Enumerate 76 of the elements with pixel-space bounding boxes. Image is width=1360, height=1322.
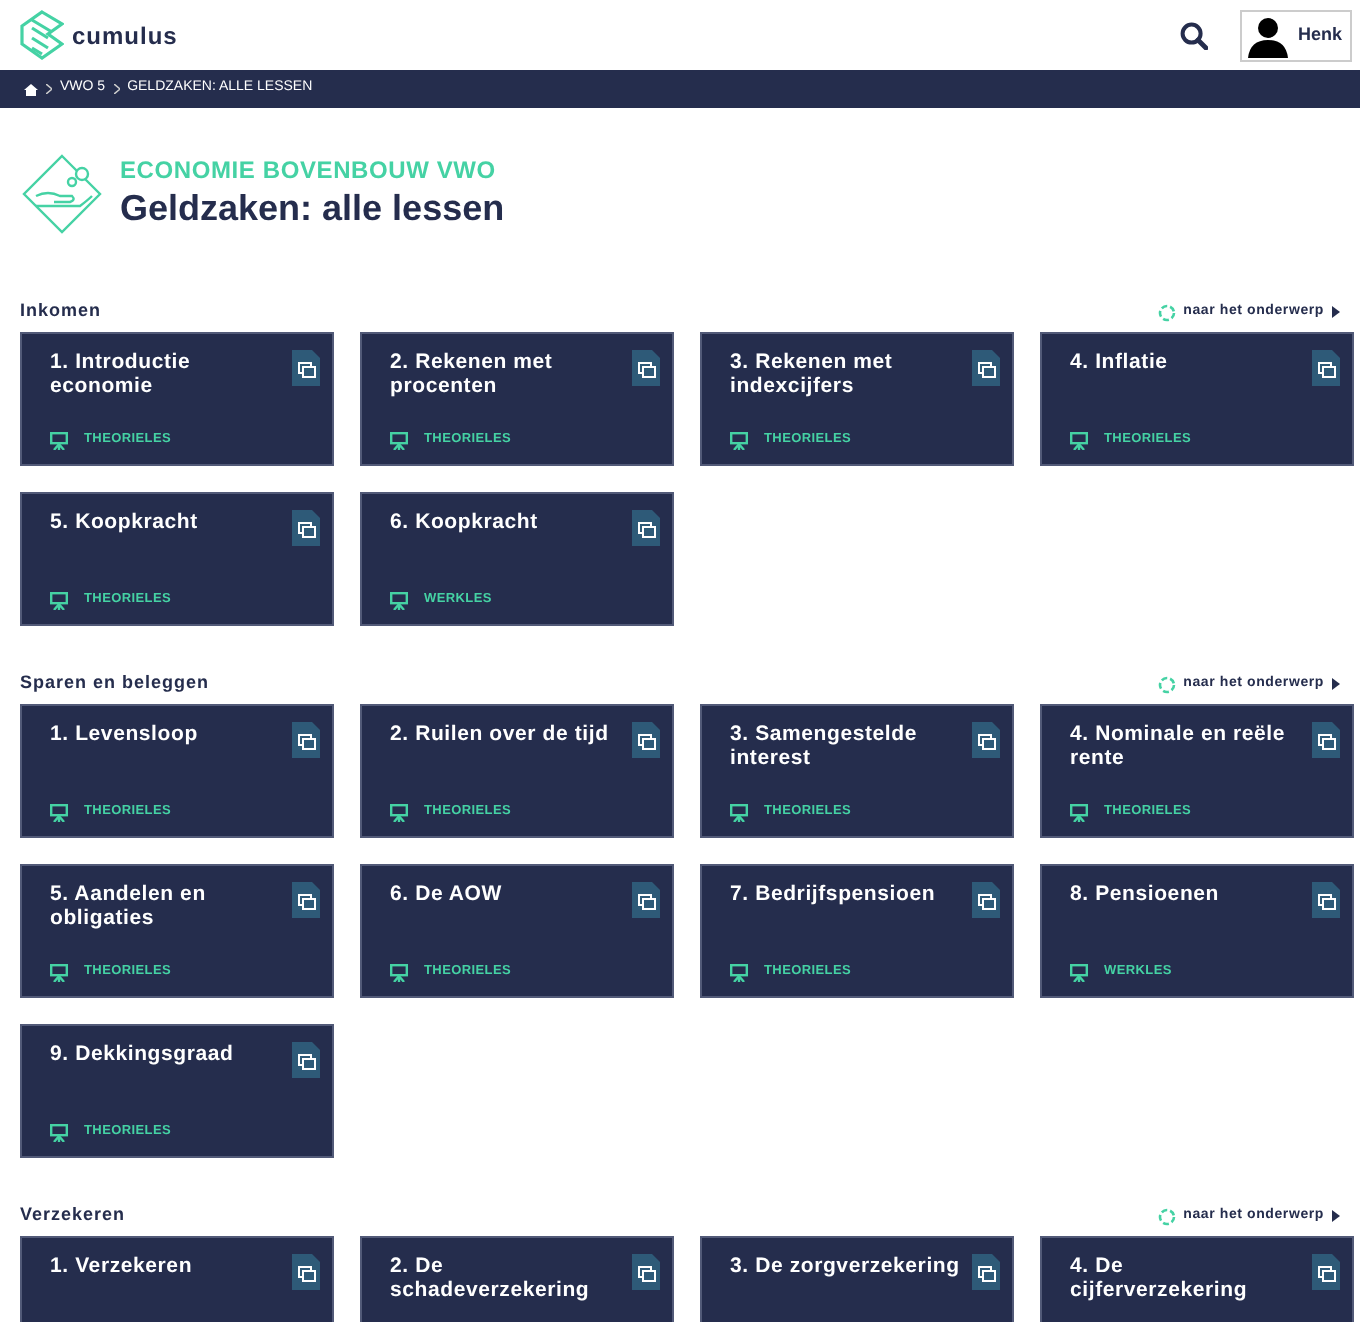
copy-document-icon[interactable] — [632, 882, 660, 918]
lesson-card[interactable]: 3. De zorgverzekering — [700, 1236, 1014, 1322]
hand-coin-icon — [20, 152, 104, 236]
copy-document-icon[interactable] — [632, 350, 660, 386]
presentation-icon — [730, 963, 748, 982]
lesson-title: 4. Nominale en reële rente — [1070, 722, 1288, 771]
lesson-title: 4. De cijferverzekering — [1070, 1254, 1250, 1303]
presentation-icon — [1070, 431, 1088, 450]
presentation-icon — [50, 1123, 68, 1142]
lesson-title: 6. De AOW — [390, 882, 504, 907]
section-title: Verzekeren — [20, 1202, 126, 1229]
presentation-icon — [730, 803, 748, 822]
copy-document-icon[interactable] — [292, 350, 320, 386]
page-title: Geldzaken: alle lessen — [120, 188, 505, 232]
lesson-title: 4. Inflatie — [1070, 350, 1170, 375]
copy-document-icon[interactable] — [1312, 722, 1340, 758]
copy-document-icon[interactable] — [1312, 1254, 1340, 1290]
presentation-icon — [50, 431, 68, 450]
lesson-title: 3. Samengestelde interest — [730, 722, 920, 771]
section-title: Sparen en beleggen — [20, 670, 210, 697]
lesson-title: 9. Dekkingsgraad — [50, 1042, 236, 1067]
lesson-title: 3. De zorgverzekering — [730, 1254, 962, 1279]
lesson-card[interactable]: 1. Verzekeren — [20, 1236, 334, 1322]
copy-document-icon[interactable] — [1312, 350, 1340, 386]
copy-document-icon[interactable] — [1312, 882, 1340, 918]
copy-document-icon[interactable] — [292, 882, 320, 918]
presentation-icon — [1070, 803, 1088, 822]
presentation-icon — [730, 431, 748, 450]
refresh-icon — [1157, 303, 1176, 321]
chevron-icon — [46, 84, 52, 94]
presentation-icon — [50, 803, 68, 822]
lesson-title: 2. Rekenen met procenten — [390, 350, 555, 399]
copy-document-icon[interactable] — [972, 1254, 1000, 1290]
lesson-title: 6. Koopkracht — [390, 510, 540, 535]
home-icon[interactable] — [24, 83, 38, 95]
user-button[interactable]: Henk — [1239, 9, 1352, 61]
section-title: Inkomen — [20, 298, 102, 325]
lesson-card[interactable]: 4. De cijferverzekering — [1040, 1236, 1354, 1322]
copy-document-icon[interactable] — [972, 882, 1000, 918]
lesson-title: 2. De schadeverzekering — [390, 1254, 592, 1303]
lesson-title: 5. Koopkracht — [50, 510, 200, 535]
copy-document-icon[interactable] — [292, 722, 320, 758]
logo-text[interactable]: cumulus — [72, 17, 178, 53]
copy-document-icon[interactable] — [632, 1254, 660, 1290]
lesson-title: 1. Levensloop — [50, 722, 200, 747]
copy-document-icon[interactable] — [292, 1042, 320, 1078]
copy-document-icon[interactable] — [632, 722, 660, 758]
search-icon[interactable] — [1179, 21, 1208, 49]
copy-document-icon[interactable] — [972, 350, 1000, 386]
presentation-icon — [390, 431, 408, 450]
lesson-title: 1. Introductie economie — [50, 350, 193, 399]
presentation-icon — [50, 963, 68, 982]
lesson-title: 2. Ruilen over de tijd — [390, 722, 611, 747]
refresh-icon — [1157, 675, 1176, 693]
lesson-card[interactable]: 2. De schadeverzekering — [360, 1236, 674, 1322]
avatar-icon — [1245, 13, 1290, 57]
copy-document-icon[interactable] — [632, 510, 660, 546]
lesson-title: 5. Aandelen en obligaties — [50, 882, 208, 931]
caret-icon — [1332, 1210, 1340, 1222]
chevron-icon — [113, 84, 120, 94]
copy-document-icon[interactable] — [292, 510, 320, 546]
caret-icon — [1332, 306, 1340, 318]
copy-document-icon[interactable] — [292, 1254, 320, 1290]
presentation-icon — [1070, 963, 1088, 982]
caret-icon — [1332, 678, 1340, 690]
subject-label: ECONOMIE BOVENBOUW VWO — [120, 154, 498, 188]
lesson-title: 1. Verzekeren — [50, 1254, 195, 1279]
presentation-icon — [390, 803, 408, 822]
presentation-icon — [390, 591, 408, 610]
copy-document-icon[interactable] — [972, 722, 1000, 758]
lesson-title: 7. Bedrijfspensioen — [730, 882, 938, 907]
lesson-title: 8. Pensioenen — [1070, 882, 1222, 907]
refresh-icon — [1157, 1207, 1176, 1225]
presentation-icon — [50, 591, 68, 610]
lesson-title: 3. Rekenen met indexcijfers — [730, 350, 895, 399]
presentation-icon — [390, 963, 408, 982]
